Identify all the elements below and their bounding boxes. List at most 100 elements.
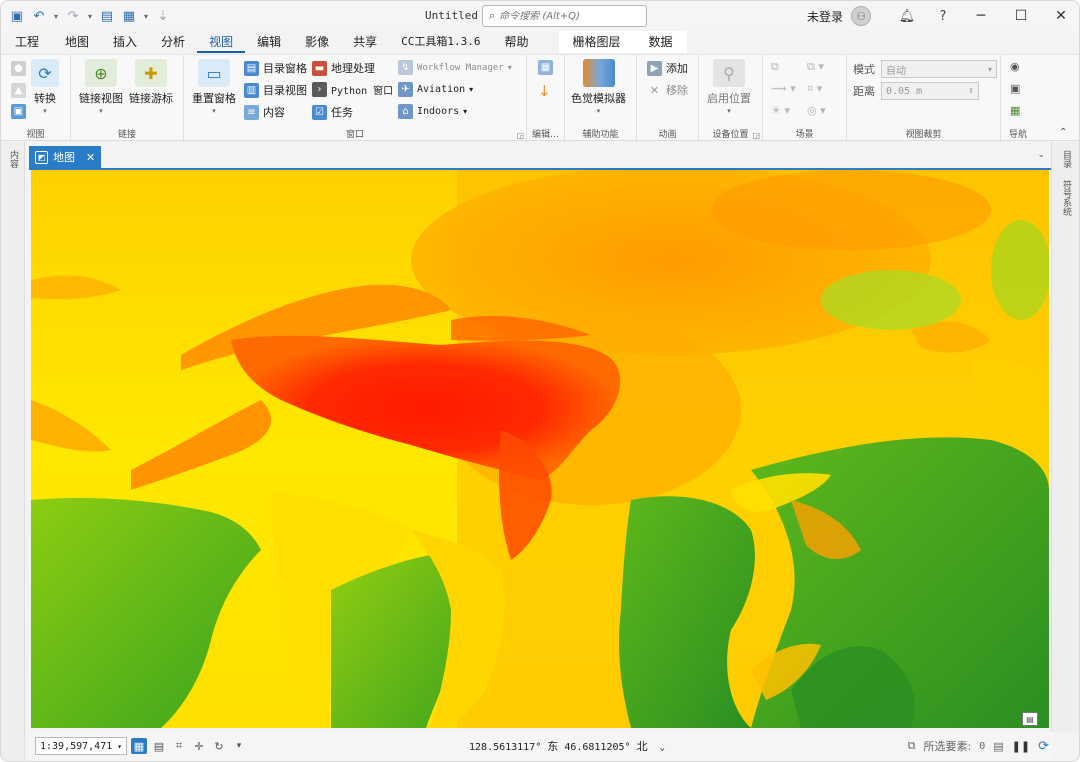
dialog-launcher-icon[interactable]: ◲ bbox=[752, 131, 760, 140]
clip-mode-select[interactable]: 自动 ▾ bbox=[881, 60, 997, 78]
help-icon[interactable]: ? bbox=[925, 1, 961, 31]
longitude-direction: 东 bbox=[547, 740, 559, 753]
catalog-pane-button[interactable]: ▤ 目录窗格 bbox=[244, 60, 307, 76]
redo-icon[interactable]: ↷ bbox=[63, 6, 83, 26]
search-icon: ⌕ bbox=[489, 9, 496, 22]
snapping-icon[interactable]: ⌗ bbox=[171, 738, 187, 754]
symbology-dock-tab[interactable]: 符号系统 bbox=[1059, 180, 1073, 216]
clip-distance-input[interactable]: 0.05 m ⇕ bbox=[881, 82, 979, 100]
close-window-button[interactable]: ✕ bbox=[1041, 1, 1079, 31]
map-canvas[interactable]: ▤ bbox=[31, 170, 1049, 728]
ribbon-group-animation: ▶ 添加 ✕ 移除 动画 bbox=[637, 55, 699, 142]
table-icon[interactable]: ▤ bbox=[993, 740, 1003, 753]
geoprocessing-button[interactable]: ▬ 地理处理 bbox=[312, 60, 375, 76]
aviation-button[interactable]: ✈ Aviation ▾ bbox=[398, 82, 473, 97]
open-folder-icon[interactable]: ▤ bbox=[97, 6, 117, 26]
link-group-label: 链接 bbox=[117, 130, 136, 140]
notification-bell-icon[interactable]: 🔔︎ bbox=[889, 1, 925, 31]
link-cursor-button[interactable]: ✚ 链接游标 bbox=[129, 59, 173, 106]
scene-tool-4-icon[interactable]: ⌗ ▾ bbox=[807, 82, 822, 96]
film-add-icon: ▶ bbox=[647, 60, 662, 76]
tab-edit[interactable]: 编辑 bbox=[245, 31, 293, 53]
scene-tool-6-icon[interactable]: ◎ ▾ bbox=[807, 104, 826, 117]
pause-drawing-icon[interactable]: ❚❚ bbox=[1012, 740, 1030, 753]
chevron-down-icon[interactable]: ⌄ bbox=[1037, 150, 1045, 160]
workflow-manager-button[interactable]: ↯ Workflow Manager ▾ bbox=[398, 60, 512, 75]
command-search-input[interactable] bbox=[499, 10, 630, 22]
tab-map-view[interactable]: ◩ 地图 ✕ bbox=[29, 146, 101, 168]
collapse-ribbon-icon[interactable]: ⌃ bbox=[1059, 127, 1067, 138]
contents-button[interactable]: ≡ 内容 bbox=[244, 104, 285, 120]
clip-mode-field: 模式 自动 ▾ bbox=[853, 60, 997, 78]
tab-analysis[interactable]: 分析 bbox=[149, 31, 197, 53]
maximize-button[interactable]: ☐ bbox=[1001, 1, 1041, 31]
scene-tool-1-icon[interactable]: ⧉ bbox=[771, 60, 779, 74]
close-icon[interactable]: ✕ bbox=[86, 151, 95, 164]
fixed-zoom-icon[interactable]: ▦ bbox=[131, 738, 147, 754]
ribbon-group-accessibility: 色觉模拟器 ▾ 辅助功能 bbox=[565, 55, 637, 142]
link-views-button[interactable]: ⊕ 链接视图 ▾ bbox=[79, 59, 123, 115]
undo-dropdown-icon[interactable]: ▾ bbox=[51, 12, 61, 21]
tab-data[interactable]: 数据 bbox=[634, 31, 687, 53]
map-notes-icon[interactable]: ▤ bbox=[1022, 712, 1038, 726]
chevron-down-icon[interactable]: ⌄ bbox=[660, 743, 665, 753]
clip-distance-label: 距离 bbox=[853, 85, 875, 98]
command-search[interactable]: ⌕ bbox=[482, 5, 647, 27]
map-tab-label: 地图 bbox=[53, 151, 75, 164]
scale-select[interactable]: 1:39,597,471 ▾ bbox=[35, 737, 127, 755]
tab-imagery[interactable]: 影像 bbox=[293, 31, 341, 53]
view-local-icon[interactable]: ▲ bbox=[11, 83, 26, 98]
tab-map[interactable]: 地图 bbox=[53, 31, 101, 53]
project-icon[interactable]: ▣ bbox=[7, 6, 27, 26]
tab-view[interactable]: 视图 bbox=[197, 31, 246, 53]
avatar[interactable]: ⚇ bbox=[851, 6, 871, 26]
minimize-button[interactable]: ─ bbox=[961, 1, 1001, 31]
refresh-icon[interactable]: ⟳ bbox=[1038, 739, 1049, 754]
dem-raster bbox=[31, 170, 1049, 728]
enable-location-label: 启用位置 bbox=[707, 92, 751, 105]
customize-qat-icon[interactable]: ⇣ bbox=[153, 6, 173, 26]
animation-add-button[interactable]: ▶ 添加 bbox=[647, 60, 688, 76]
color-simulator-button[interactable]: 色觉模拟器 ▾ bbox=[571, 59, 626, 115]
contents-dock-tab[interactable]: 内容 bbox=[6, 150, 20, 168]
tab-insert[interactable]: 插入 bbox=[101, 31, 149, 53]
python-window-button[interactable]: › Python 窗口 bbox=[312, 82, 393, 97]
edit-tool-icon[interactable]: ▦ bbox=[538, 60, 553, 75]
tab-raster-layer[interactable]: 栅格图层 bbox=[558, 31, 635, 53]
scene-tool-2-icon[interactable]: ⧉ ▾ bbox=[807, 60, 824, 74]
reset-panes-label: 重置窗格 bbox=[192, 92, 236, 105]
reset-panes-button[interactable]: ▭ 重置窗格 ▾ bbox=[192, 59, 236, 115]
tab-help[interactable]: 帮助 bbox=[492, 31, 540, 53]
view-globe-icon[interactable]: ● bbox=[11, 61, 26, 76]
save-dropdown-icon[interactable]: ▾ bbox=[141, 12, 151, 21]
selection-icon[interactable]: ⧉ bbox=[908, 739, 916, 753]
crosshair-icon[interactable]: ✛ bbox=[191, 738, 207, 754]
rotate-icon[interactable]: ↻ bbox=[211, 738, 227, 754]
redo-dropdown-icon[interactable]: ▾ bbox=[85, 12, 95, 21]
convert-button[interactable]: ⟳ 转换 ▾ bbox=[31, 59, 59, 115]
save-layout-icon[interactable]: ▦ bbox=[119, 6, 139, 26]
tab-project[interactable]: 工程 bbox=[1, 31, 53, 53]
tab-cc-toolbox[interactable]: CC工具箱1.3.6 bbox=[389, 31, 492, 53]
indoors-button[interactable]: ⌂ Indoors ▾ bbox=[398, 104, 467, 119]
animation-remove-button[interactable]: ✕ 移除 bbox=[647, 82, 688, 98]
scene-tool-5-icon[interactable]: ☀ ▾ bbox=[771, 104, 790, 117]
catalog-dock-tab[interactable]: 目录 bbox=[1059, 150, 1073, 168]
selected-count: 0 bbox=[979, 740, 986, 752]
tab-share[interactable]: 共享 bbox=[341, 31, 389, 53]
bookmarks-icon[interactable]: ▣ bbox=[1010, 82, 1020, 95]
enable-location-button[interactable]: ⚲ 启用位置 ▾ bbox=[707, 59, 751, 115]
grid-icon[interactable]: ▤ bbox=[151, 738, 167, 754]
view-map-icon[interactable]: ▣ bbox=[11, 104, 26, 119]
tasks-button[interactable]: ☑ 任务 bbox=[312, 104, 353, 120]
navigate-group-label: 导航 bbox=[1008, 130, 1027, 140]
sign-in-status[interactable]: 未登录 bbox=[807, 8, 843, 25]
dialog-launcher-icon[interactable]: ◲ bbox=[516, 131, 524, 140]
undo-icon[interactable]: ↶ bbox=[29, 6, 49, 26]
scene-tool-3-icon[interactable]: ⟿ ▾ bbox=[771, 82, 796, 95]
overview-icon[interactable]: ▦ bbox=[1010, 104, 1020, 117]
catalog-view-button[interactable]: ▥ 目录视图 bbox=[244, 82, 307, 98]
navigator-icon[interactable]: ◉ bbox=[1010, 60, 1020, 73]
arrow-down-orange-icon[interactable]: ↓ bbox=[538, 82, 551, 100]
chevron-down-icon[interactable]: ▾ bbox=[231, 738, 247, 754]
